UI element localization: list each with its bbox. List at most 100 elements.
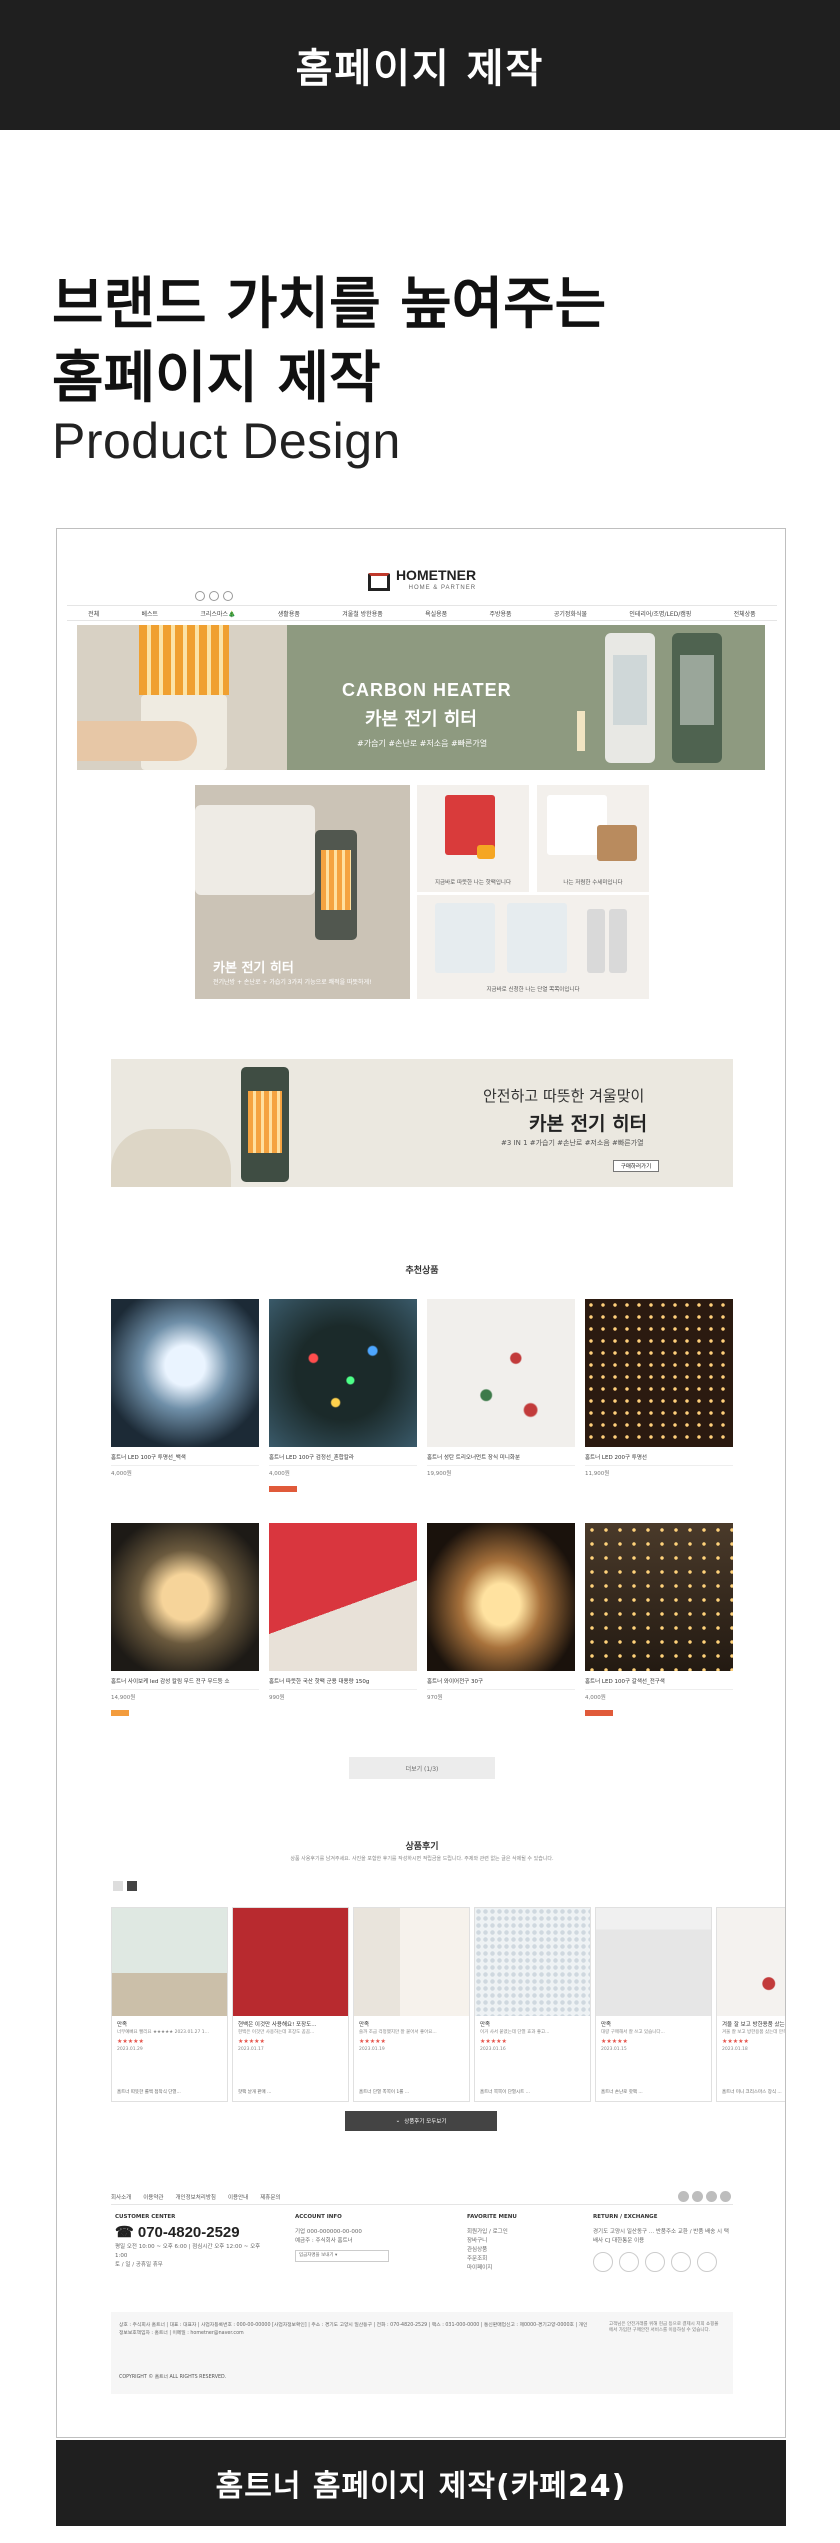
chat-icon[interactable]: [619, 2252, 639, 2272]
facebook-icon[interactable]: [678, 2191, 689, 2202]
view-all-reviews-button[interactable]: ⌄ 상품후기 모두보기: [345, 2111, 497, 2131]
review-desc: 대량 구매해서 잘 쓰고 있습니다...: [601, 2030, 665, 2035]
footer-link[interactable]: 제휴문의: [260, 2193, 280, 2201]
review-stars: ★★★★★: [117, 2038, 144, 2045]
product-name[interactable]: 홈트너 LED 200구 투명선: [585, 1453, 733, 1462]
product-image[interactable]: [585, 1299, 733, 1447]
product-card[interactable]: 홈트너 LED 100구 갈색선_전구색 4,000원: [585, 1523, 733, 1720]
product-image[interactable]: [269, 1299, 417, 1447]
review-title: 현백은 이것만 사용해요! 포장도...: [238, 2022, 317, 2028]
buy-button[interactable]: 구매하러가기: [613, 1160, 659, 1172]
cs-phone: ☎ 070-4820-2529: [115, 2224, 240, 2241]
nav-item[interactable]: 베스트: [142, 609, 159, 618]
nav-item[interactable]: 크리스마스🎄: [200, 609, 235, 618]
nav-item[interactable]: 인테리어/조명/LED/캠핑: [629, 609, 691, 618]
microphone-icon[interactable]: [593, 2252, 613, 2272]
review-card[interactable]: 겨울 잘 보고 방한용품 샀는데... 겨울 잘 보고 방한용품 샀는데 만족해…: [716, 1907, 785, 2102]
footer-link[interactable]: 개인정보처리방침: [176, 2193, 216, 2201]
grid-view-icon[interactable]: [127, 1881, 137, 1891]
review-product[interactable]: 홈트너 단열 뽁뽁이 1롤 ...: [359, 2089, 409, 2095]
hero-title-en: CARBON HEATER: [342, 680, 512, 700]
nav-item[interactable]: 공기정화식물: [554, 609, 587, 618]
review-date: 2023.01.18: [722, 2047, 748, 2052]
product-image[interactable]: [269, 1523, 417, 1671]
top-banner-title: 홈페이지 제작: [295, 46, 545, 92]
hero-tags: #가습기 #손난로 #저소음 #빠른가열: [357, 739, 488, 748]
product-image[interactable]: [427, 1299, 575, 1447]
instagram-icon[interactable]: [692, 2191, 703, 2202]
fav-item[interactable]: 회원가입 / 로그인: [467, 2228, 577, 2237]
business-info: 상호 : 주식회사 홈트너 | 대표 : 대표자 | 사업자등록번호 : 000…: [111, 2312, 733, 2394]
account-select[interactable]: 입금자명을 보내기 ▾: [295, 2250, 389, 2262]
promo-hotpack-card[interactable]: 지금바로 따뜻한 나는 핫팩입니다: [417, 785, 529, 892]
review-view-toggle: [113, 1881, 137, 1891]
user-icon[interactable]: [697, 2252, 717, 2272]
reviews-description: 상품 사용후기를 남겨주세요. 사진을 포함한 후기를 작성하시면 적립금을 드…: [290, 1856, 554, 1862]
fav-item[interactable]: 마이페이지: [467, 2264, 577, 2273]
review-title: 겨울 잘 보고 방한용품 샀는데...: [722, 2022, 785, 2028]
nav-item[interactable]: 겨울철 방한용품: [342, 609, 383, 618]
nav-item[interactable]: 생활용품: [278, 609, 300, 618]
review-date: 2023.01.15: [601, 2047, 627, 2052]
nav-item[interactable]: 전체상품: [734, 609, 756, 618]
footer-link[interactable]: 이용안내: [228, 2193, 248, 2201]
hero-banner[interactable]: CARBON HEATER 카본 전기 히터 #가습기 #손난로 #저소음 #빠…: [77, 625, 765, 770]
heater-sub-banner[interactable]: 안전하고 따뜻한 겨울맞이 카본 전기 히터 #3 IN 1 #가습기 #손난로…: [111, 1059, 733, 1187]
nav-item[interactable]: 욕실용품: [425, 609, 447, 618]
promo-heater-card[interactable]: 카본 전기 히터 전기난방 + 손난로 + 가습기 3가지 기능으로 쾌적을 따…: [195, 785, 410, 999]
review-product[interactable]: 홈트너 미니 크리스마스 장식 ...: [722, 2089, 782, 2095]
product-name[interactable]: 홈트너 LED 100구 갈색선_전구색: [585, 1677, 733, 1686]
promo-sponge-card[interactable]: 나는 저렴한 수세미입니다: [537, 785, 649, 892]
site-logo[interactable]: HOMETNER HOME & PARTNER: [57, 568, 785, 595]
review-card[interactable]: 만족 대량 구매해서 잘 쓰고 있습니다... ★★★★★ 2023.01.15…: [595, 1907, 712, 2102]
footer-link[interactable]: 회사소개: [111, 2193, 131, 2201]
product-card[interactable]: 홈트너 따뜻한 국산 핫팩 군용 대용량 150g 990원: [269, 1523, 417, 1720]
account-title: ACCOUNT INFO: [295, 2214, 342, 2220]
review-card[interactable]: 만족 쓸까 조금 걱정했지만 잘 붙어서 좋아요... ★★★★★ 2023.0…: [353, 1907, 470, 2102]
review-product[interactable]: 홈트너 뽁뽁이 단열시트 ...: [480, 2089, 530, 2095]
review-card[interactable]: 만족 이거 사서 붙였는데 단열 효과 좋고... ★★★★★ 2023.01.…: [474, 1907, 591, 2102]
recommend-title: 추천상품: [405, 1266, 439, 1276]
nav-item[interactable]: 주방용품: [489, 609, 511, 618]
product-name[interactable]: 홈트너 따뜻한 국산 핫팩 군용 대용량 150g: [269, 1677, 417, 1686]
promo-bubblewrap-card[interactable]: 지금바로 신청한 나는 단열 뽁뽁이입니다: [417, 895, 649, 999]
product-name[interactable]: 홈트너 와이어전구 30구: [427, 1677, 575, 1686]
review-stars: ★★★★★: [480, 2038, 507, 2045]
youtube-icon[interactable]: [720, 2191, 731, 2202]
account-line: 기업 000-000000-00-000: [295, 2229, 362, 2235]
product-name[interactable]: 홈트너 LED 100구 투명선_백색: [111, 1453, 259, 1462]
product-card[interactable]: 홈트너 LED 100구 검정선_혼합칼라 4,000원: [269, 1299, 417, 1496]
review-card[interactable]: 현백은 이것만 사용해요! 포장도... 현백은 이것만 사용하는데 포장도 꼼…: [232, 1907, 349, 2102]
cart-icon[interactable]: [671, 2252, 691, 2272]
promo-hotpack-caption: 지금바로 따뜻한 나는 핫팩입니다: [434, 880, 512, 886]
footer-link[interactable]: 이용약관: [143, 2193, 163, 2201]
nav-item[interactable]: 전체: [88, 609, 99, 618]
product-card[interactable]: 홈트너 LED 200구 투명선 11,900원: [585, 1299, 733, 1496]
promo-bubblewrap-caption: 지금바로 신청한 나는 단열 뽁뽁이입니다: [486, 987, 580, 993]
more-products-button[interactable]: 더보기 (1/3): [349, 1757, 495, 1779]
product-image[interactable]: [111, 1523, 259, 1671]
product-name[interactable]: 홈트너 성탄 트리오너먼트 장식 미니화분: [427, 1453, 575, 1462]
product-card[interactable]: 홈트너 사이보케 led 감성 칼림 무드 전구 무드등 소 14,900원: [111, 1523, 259, 1720]
review-card[interactable]: 만족 너무예뻐요 빨리요 ★★★★★ 2023.01.27 1... ★★★★★…: [111, 1907, 228, 2102]
product-image[interactable]: [111, 1299, 259, 1447]
review-product[interactable]: 홈트너 손난로 핫팩 ...: [601, 2089, 643, 2095]
product-image[interactable]: [585, 1523, 733, 1671]
product-name[interactable]: 홈트너 LED 100구 검정선_혼합칼라: [269, 1453, 417, 1462]
review-stars: ★★★★★: [359, 2038, 386, 2045]
blog-icon[interactable]: [706, 2191, 717, 2202]
product-card[interactable]: 홈트너 성탄 트리오너먼트 장식 미니화분 19,900원: [427, 1299, 575, 1496]
product-card[interactable]: 홈트너 와이어전구 30구 970원: [427, 1523, 575, 1720]
product-image[interactable]: [427, 1523, 575, 1671]
list-view-icon[interactable]: [113, 1881, 123, 1891]
product-name[interactable]: 홈트너 사이보케 led 감성 칼림 무드 전구 무드등 소: [111, 1677, 259, 1686]
product-card[interactable]: 홈트너 LED 100구 투명선_백색 4,000원: [111, 1299, 259, 1496]
candle-image: [577, 711, 585, 751]
fav-item[interactable]: 관심상품: [467, 2246, 577, 2255]
review-product[interactable]: 핫팩 낱개 판매 ...: [238, 2089, 271, 2095]
fav-item[interactable]: 주문조회: [467, 2255, 577, 2264]
promo-heater-desc: 전기난방 + 손난로 + 가습기 3가지 기능으로 쾌적을 따뜻하게!: [213, 979, 372, 986]
fav-item[interactable]: 장바구니: [467, 2237, 577, 2246]
camera-icon[interactable]: [645, 2252, 665, 2272]
review-product[interactable]: 홈트너 따뜻한 롤백 접착식 단열...: [117, 2089, 181, 2095]
